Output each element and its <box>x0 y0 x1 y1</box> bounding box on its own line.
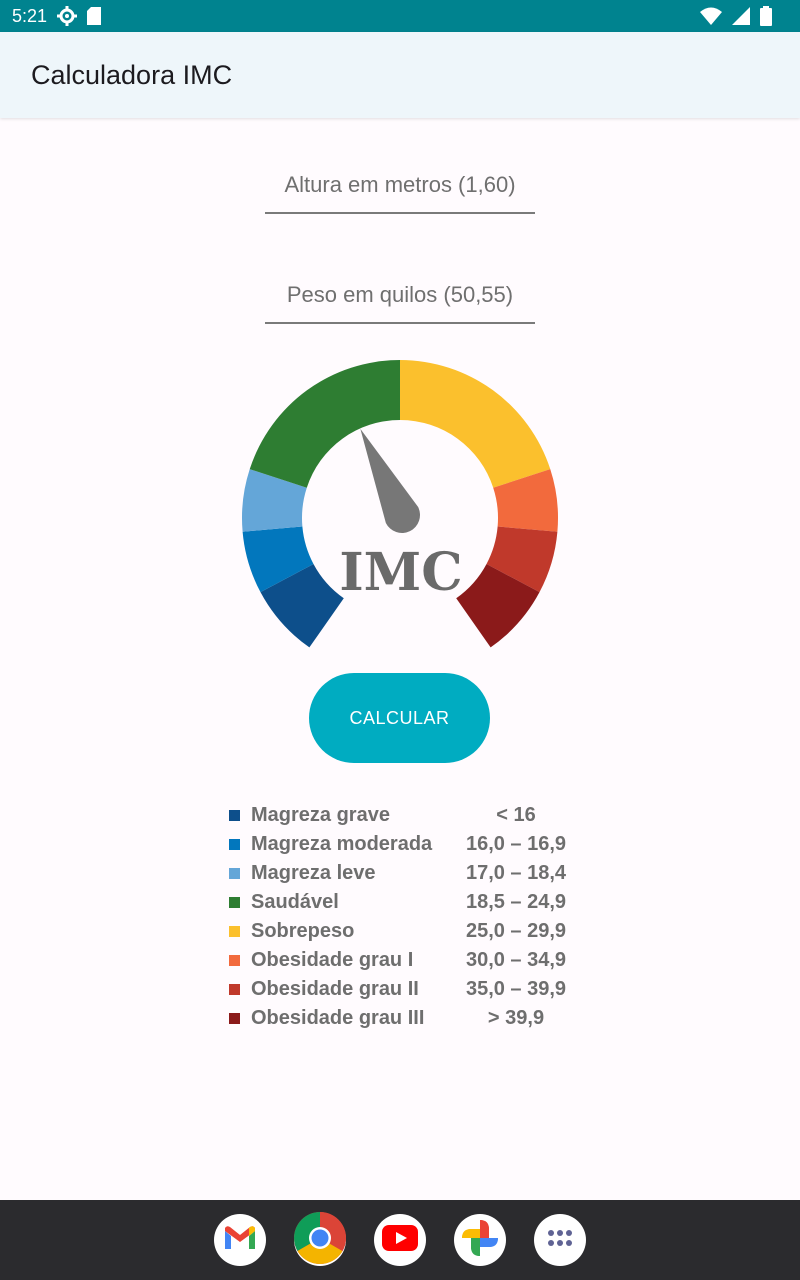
legend-label: Sobrepeso <box>251 920 355 942</box>
legend-row: Saudável 18,5 – 24,9 <box>229 888 589 917</box>
legend-label: Obesidade grau III <box>251 1007 425 1029</box>
status-bar: 5:21 <box>0 0 800 32</box>
gauge-label: IMC <box>339 542 462 603</box>
legend-range: < 16 <box>496 804 536 826</box>
legend-swatch <box>229 897 240 908</box>
legend-label: Obesidade grau II <box>251 978 419 1000</box>
gmail-app[interactable] <box>214 1214 266 1266</box>
gmail-icon <box>223 1225 257 1256</box>
photos-icon <box>460 1218 500 1263</box>
gauge-segment <box>242 526 314 593</box>
height-input[interactable] <box>265 158 535 214</box>
status-left: 5:21 <box>12 5 102 27</box>
legend-swatch <box>229 839 240 850</box>
status-right <box>700 6 772 26</box>
legend-row: Sobrepeso 25,0 – 29,9 <box>229 917 589 946</box>
imc-legend: Magreza grave < 16 Magreza moderada 16,0 – … <box>229 801 589 1033</box>
legend-swatch <box>229 984 240 995</box>
gauge-segments <box>242 360 558 648</box>
youtube-app[interactable] <box>374 1214 426 1266</box>
legend-range: 16,0 – 16,9 <box>465 833 567 855</box>
app-dock <box>0 1200 800 1280</box>
photos-app[interactable] <box>454 1214 506 1266</box>
gauge-segment <box>242 469 307 532</box>
gauge-segment <box>400 360 551 488</box>
legend-label: Magreza grave <box>251 804 390 826</box>
app-drawer-button[interactable] <box>534 1214 586 1266</box>
legend-range: 35,0 – 39,9 <box>465 978 567 1000</box>
legend-row: Magreza moderada 16,0 – 16,9 <box>229 830 589 859</box>
legend-row: Obesidade grau I 30,0 – 34,9 <box>229 946 589 975</box>
status-time: 5:21 <box>12 5 48 26</box>
legend-row: Magreza leve 17,0 – 18,4 <box>229 859 589 888</box>
legend-row: Obesidade grau II 35,0 – 39,9 <box>229 975 589 1004</box>
gauge-segment <box>249 360 400 488</box>
legend-range: > 39,9 <box>487 1007 545 1029</box>
gauge-segment <box>486 526 558 593</box>
gauge-segment <box>260 564 344 648</box>
legend-swatch <box>229 1013 240 1024</box>
legend-label: Saudável <box>251 891 339 913</box>
app-drawer-icon <box>547 1229 573 1252</box>
settings-gear-icon <box>57 6 78 26</box>
weight-input[interactable] <box>265 268 535 324</box>
signal-icon <box>732 7 750 25</box>
chrome-app[interactable] <box>294 1211 346 1269</box>
gauge-segment <box>456 564 540 648</box>
legend-row: Magreza grave < 16 <box>229 801 589 830</box>
legend-swatch <box>229 868 240 879</box>
wifi-icon <box>700 7 722 25</box>
legend-label: Magreza moderada <box>251 833 433 855</box>
gauge-needle <box>360 428 420 533</box>
gauge-segment <box>493 469 558 532</box>
legend-row: Obesidade grau III > 39,9 <box>229 1004 589 1033</box>
app-bar: Calculadora IMC <box>0 32 800 118</box>
legend-swatch <box>229 955 240 966</box>
legend-range: 25,0 – 29,9 <box>465 920 567 942</box>
legend-range: 30,0 – 34,9 <box>465 949 567 971</box>
calculate-button[interactable]: CALCULAR <box>309 673 490 763</box>
legend-swatch <box>229 926 240 937</box>
app-title: Calculadora IMC <box>31 59 233 90</box>
battery-icon <box>760 6 772 26</box>
youtube-icon <box>382 1224 418 1256</box>
legend-label: Magreza leve <box>251 862 376 884</box>
legend-range: 18,5 – 24,9 <box>465 891 567 913</box>
chrome-icon <box>294 1211 346 1269</box>
sd-card-icon <box>87 7 102 25</box>
legend-label: Obesidade grau I <box>251 949 414 971</box>
legend-range: 17,0 – 18,4 <box>465 862 567 884</box>
legend-swatch <box>229 810 240 821</box>
